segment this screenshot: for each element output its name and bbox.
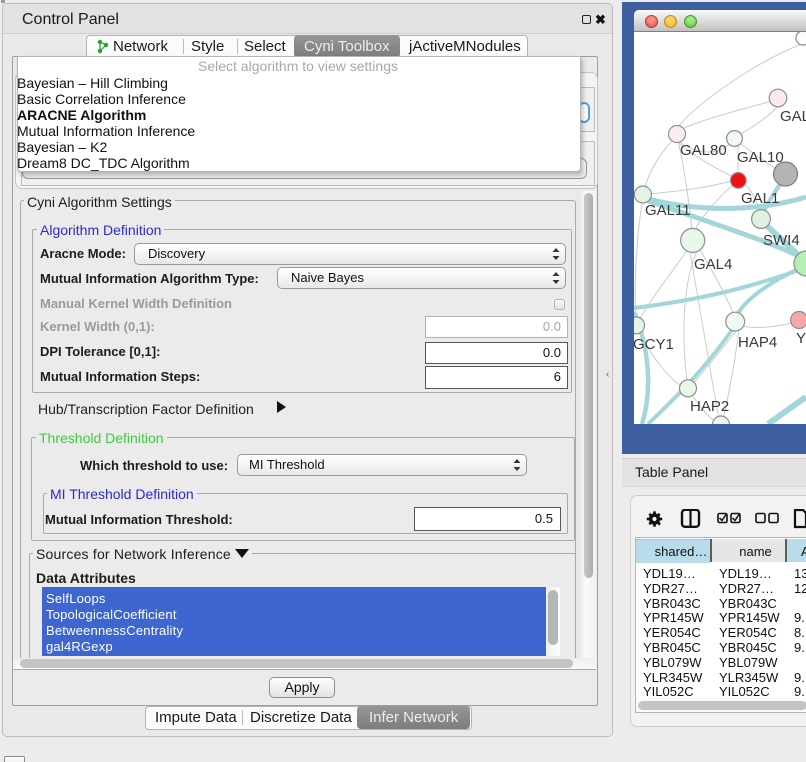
svg-text:GAL1: GAL1 bbox=[741, 190, 779, 207]
svg-text:HAP4: HAP4 bbox=[738, 334, 777, 351]
svg-text:GAL7: GAL7 bbox=[780, 108, 806, 125]
svg-text:GAL80: GAL80 bbox=[680, 142, 727, 159]
svg-text:YM: YM bbox=[796, 330, 806, 347]
svg-text:HAP2: HAP2 bbox=[690, 398, 729, 415]
svg-text:SWI4: SWI4 bbox=[763, 232, 800, 249]
svg-text:GAL10: GAL10 bbox=[737, 149, 784, 166]
svg-text:GAL4: GAL4 bbox=[694, 256, 732, 273]
svg-text:GAL11: GAL11 bbox=[645, 202, 691, 219]
svg-text:GCY1: GCY1 bbox=[634, 336, 674, 353]
